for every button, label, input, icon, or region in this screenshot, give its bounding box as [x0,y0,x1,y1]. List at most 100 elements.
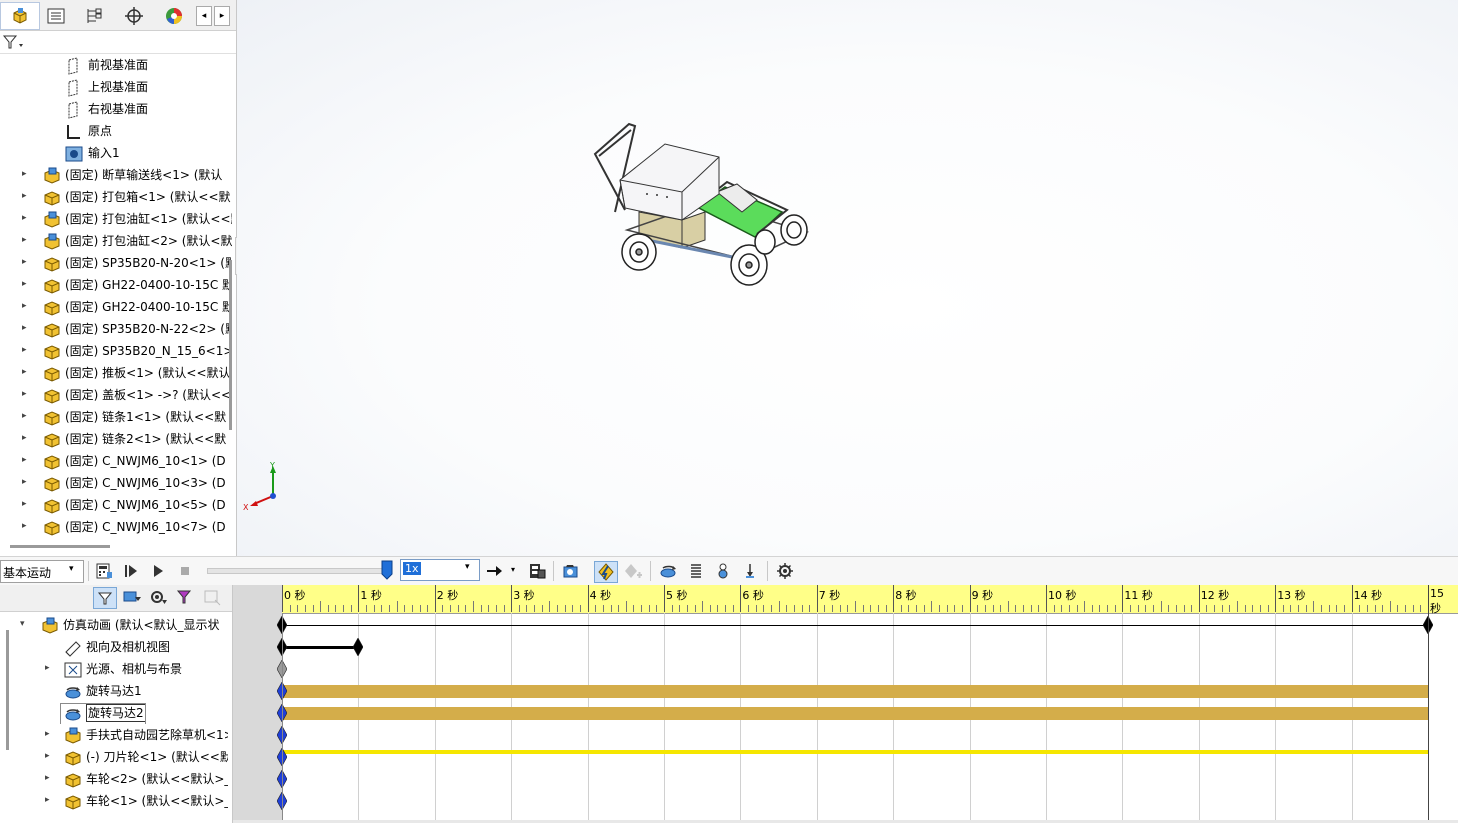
current-time-bar[interactable] [282,613,283,823]
rotary-motor-1-bar[interactable] [282,685,1428,698]
motion-tree-item[interactable]: ▸ 车轮<2> (默认<<默认>_5 [0,768,228,790]
rotary-motor-2-bar[interactable] [282,707,1428,720]
expand-arrow-icon[interactable]: ▸ [22,367,30,377]
motion-tree-item[interactable]: 旋转马达1 [0,680,228,702]
tree-item[interactable]: ▸ (固定) 断草输送线<1> (默认 [0,164,232,186]
tree-item[interactable]: ▸ (固定) 打包油缸<1> (默认<<默 [0,208,232,230]
tree-item[interactable]: ▸ (固定) SP35B20_N_15_6<1> [0,340,232,362]
tab-property-manager[interactable] [36,2,76,30]
tree-item[interactable]: ▸ (固定) GH22-0400-10-15C 默 [0,296,232,318]
filter-driving-button[interactable] [121,587,143,607]
tree-item[interactable]: 原点 [0,120,232,142]
motion-tree-item[interactable]: ▾ 仿真动画 (默认<默认_显示状 [0,614,228,636]
spring-button[interactable] [685,561,707,581]
filter-animated-button[interactable] [93,587,117,609]
motion-tree-item[interactable]: 视向及相机视图 [0,636,228,658]
expand-arrow-icon[interactable]: ▸ [22,279,30,289]
gravity-button[interactable] [739,561,761,581]
keyframe-marker[interactable] [353,638,364,656]
tree-item[interactable]: ▸ (固定) C_NWJM6_10<3> (D [0,472,232,494]
tab-configuration-manager[interactable] [74,2,114,30]
tree-item[interactable]: 前视基准面 [0,54,232,76]
expand-arrow-icon[interactable]: ▸ [22,213,30,223]
autokey-button[interactable] [594,561,618,583]
tree-item[interactable]: 右视基准面 [0,98,232,120]
tree-item[interactable]: ▸ (固定) 链条1<1> (默认<<默 [0,406,232,428]
expand-arrow-icon[interactable]: ▸ [22,257,30,267]
expand-arrow-icon[interactable]: ▸ [22,301,30,311]
animation-wizard-button[interactable] [560,561,582,581]
save-animation-button[interactable] [526,561,548,581]
expand-arrow-icon[interactable]: ▸ [22,169,30,179]
filter-icon[interactable] [2,33,24,51]
timeline-ruler[interactable]: 0 秒 1 秒 2 秒 3 秒 4 秒 5 秒 6 秒 7 秒 8 秒 9 秒 10 秒 11 秒 12… [282,585,1458,615]
motor-button[interactable] [658,561,680,581]
play-button[interactable] [147,561,169,581]
expand-arrow-icon[interactable]: ▸ [45,751,50,761]
playback-slider-track[interactable] [207,568,389,574]
expand-arrow-icon[interactable]: ▸ [45,795,50,805]
tab-scroll-left[interactable]: ◂ [196,6,212,26]
expand-arrow-icon[interactable]: ▸ [22,521,30,531]
auto-resize-button[interactable] [201,587,223,607]
camera-view-bar[interactable] [282,646,359,649]
tree-item[interactable]: ▸ (固定) SP35B20-N-22<2> (默 [0,318,232,340]
expand-arrow-icon[interactable]: ▸ [22,389,30,399]
tree-item[interactable]: 上视基准面 [0,76,232,98]
expand-arrow-icon[interactable]: ▸ [22,323,30,333]
motion-tree-item[interactable]: 旋转马达2 [0,702,228,724]
tree-scrollbar[interactable] [229,260,232,430]
playback-slider-thumb[interactable] [380,560,394,580]
expand-arrow-icon[interactable]: ▸ [22,499,30,509]
tree-item[interactable]: ▸ (固定) GH22-0400-10-15C 默 [0,274,232,296]
expand-arrow-icon[interactable]: ▸ [22,191,30,201]
motion-tree-item[interactable]: ▸ 光源、相机与布景 [0,658,228,680]
tree-item[interactable]: 输入1 [0,142,232,164]
playback-speed-select[interactable]: 1x ▾ [400,559,480,581]
graphics-viewport[interactable]: Y X [237,0,1458,556]
contact-button[interactable] [712,561,734,581]
expand-arrow-icon[interactable]: ▸ [22,477,30,487]
tree-item[interactable]: ▸ (固定) 打包箱<1> (默认<<默 [0,186,232,208]
expand-arrow-icon[interactable]: ▸ [45,663,50,673]
tab-display-manager[interactable] [154,2,194,30]
add-key-button[interactable] [622,561,644,581]
motion-tree-item[interactable]: ▸ 车轮<1> (默认<<默认>_5 [0,790,228,812]
tree-item[interactable]: ▸ (固定) 盖板<1> ->? (默认<< [0,384,232,406]
tree-item[interactable]: ▸ (固定) C_NWJM6_10<5> (D [0,494,232,516]
expand-arrow-icon[interactable]: ▸ [22,235,30,245]
collapse-arrow-icon[interactable]: ▾ [20,619,25,629]
motion-tree-scrollbar[interactable] [6,630,9,750]
motion-study-properties-button[interactable] [774,561,796,581]
tree-horizontal-scrollbar[interactable] [10,545,110,548]
tab-feature-manager[interactable] [0,2,40,30]
playback-mode-button[interactable] [484,561,506,581]
expand-arrow-icon[interactable]: ▸ [22,433,30,443]
blade-wheel-motion-line[interactable] [282,750,1428,754]
expand-arrow-icon[interactable]: ▸ [45,729,50,739]
tree-item[interactable]: ▸ (固定) C_NWJM6_10<7> (D [0,516,232,538]
tree-item[interactable]: ▸ (固定) C_NWJM6_10<1> (D [0,450,232,472]
study-type-select[interactable]: 基本运动 ▾ [0,560,84,583]
expand-arrow-icon[interactable]: ▸ [22,411,30,421]
filter-selected-button[interactable] [147,587,169,607]
expand-arrow-icon[interactable]: ▸ [45,773,50,783]
tree-item[interactable]: ▸ (固定) 推板<1> (默认<<默认 [0,362,232,384]
weeder-machine-model[interactable] [587,112,817,297]
play-from-start-button[interactable] [120,561,142,581]
tree-item[interactable]: ▸ (固定) 链条2<1> (默认<<默 [0,428,232,450]
tab-scroll-right[interactable]: ▸ [214,6,230,26]
filter-results-button[interactable] [174,587,196,607]
motion-tree-item[interactable]: ▸ (-) 刀片轮<1> (默认<<默认 [0,746,228,768]
part-icon [42,453,60,470]
ruler-minor-tick [1313,601,1315,612]
chevron-down-icon[interactable]: ▾ [511,565,515,574]
expand-arrow-icon[interactable]: ▸ [22,345,30,355]
tab-dimxpert-manager[interactable] [114,2,154,30]
tree-item[interactable]: ▸ (固定) 打包油缸<2> (默认<默 [0,230,232,252]
motion-tree-item[interactable]: ▸ 手扶式自动园艺除草机<1> [0,724,228,746]
expand-arrow-icon[interactable]: ▸ [22,455,30,465]
calculate-button[interactable] [93,561,115,581]
tree-item[interactable]: ▸ (固定) SP35B20-N-20<1> (默 [0,252,232,274]
stop-button[interactable] [174,561,196,581]
